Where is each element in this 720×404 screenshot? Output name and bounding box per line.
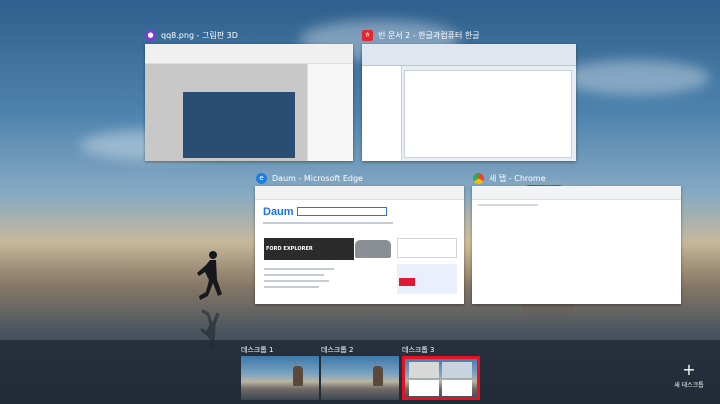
chrome-tab-bar [472,186,681,200]
bookmark-line [478,204,538,206]
daum-search-box [297,207,387,216]
new-desktop-label: 새 데스크톱 [674,382,704,389]
edge-address-bar [255,186,464,200]
hangul-icon: ㅎ [362,29,373,41]
window-title-paint3d[interactable]: ● qq8.png - 그림판 3D [145,28,238,42]
hangul-side-panel [362,66,402,161]
mini-rock [373,366,383,386]
desktop-label-1: 데스크톱 1 [241,346,274,354]
nav-line [263,222,393,224]
login-box [397,238,457,258]
mini-window [409,380,439,396]
chrome-icon [473,172,484,184]
desktop-label-2: 데스크톱 2 [321,346,354,354]
new-desktop-button[interactable]: + 새 데스크톱 [664,362,714,392]
paint3d-icon: ● [145,29,156,41]
paint3d-shapes-panel [307,64,353,161]
window-title-text: 빈 문서 2 - 한글과컴퓨터 한글 [378,30,480,40]
window-title-chrome[interactable]: 새 탭 - Chrome [473,171,546,185]
mini-window [442,380,472,396]
daum-logo: Daum [263,206,294,218]
window-thumbnail-chrome[interactable] [472,186,681,304]
window-thumbnail-hangul[interactable] [362,44,576,161]
mini-window [442,362,472,378]
paint3d-image [183,92,295,158]
news-line [264,286,319,288]
desktop-thumbnail-3[interactable] [402,356,480,400]
paint3d-canvas [145,64,307,161]
cloud [560,60,710,95]
window-thumbnail-paint3d[interactable] [145,44,353,161]
window-title-text: 새 탭 - Chrome [489,173,546,183]
desktop-thumbnail-1[interactable] [241,356,319,400]
desktop-thumbnail-2[interactable] [321,356,399,400]
paint3d-toolbar [145,44,353,64]
news-line [264,274,324,276]
desktop-label-3: 데스크톱 3 [402,346,435,354]
news-line [264,280,329,282]
news-line [264,268,334,270]
window-title-text: qq8.png - 그림판 3D [161,30,238,40]
edge-icon: e [256,172,267,184]
ford-ad-text: FORD EXPLORER [266,246,313,252]
mini-rock [293,366,303,386]
window-title-hangul[interactable]: ㅎ 빈 문서 2 - 한글과컴퓨터 한글 [362,28,480,42]
window-title-text: Daum - Microsoft Edge [272,173,363,183]
mini-window [409,362,439,378]
costco-logo [399,278,415,286]
plus-icon: + [682,360,696,379]
window-thumbnail-edge[interactable]: Daum FORD EXPLORER [255,186,464,304]
car-image [355,240,391,258]
hangul-toolbar [362,44,576,66]
hangul-document-page [404,70,572,158]
window-title-edge[interactable]: e Daum - Microsoft Edge [256,171,363,185]
